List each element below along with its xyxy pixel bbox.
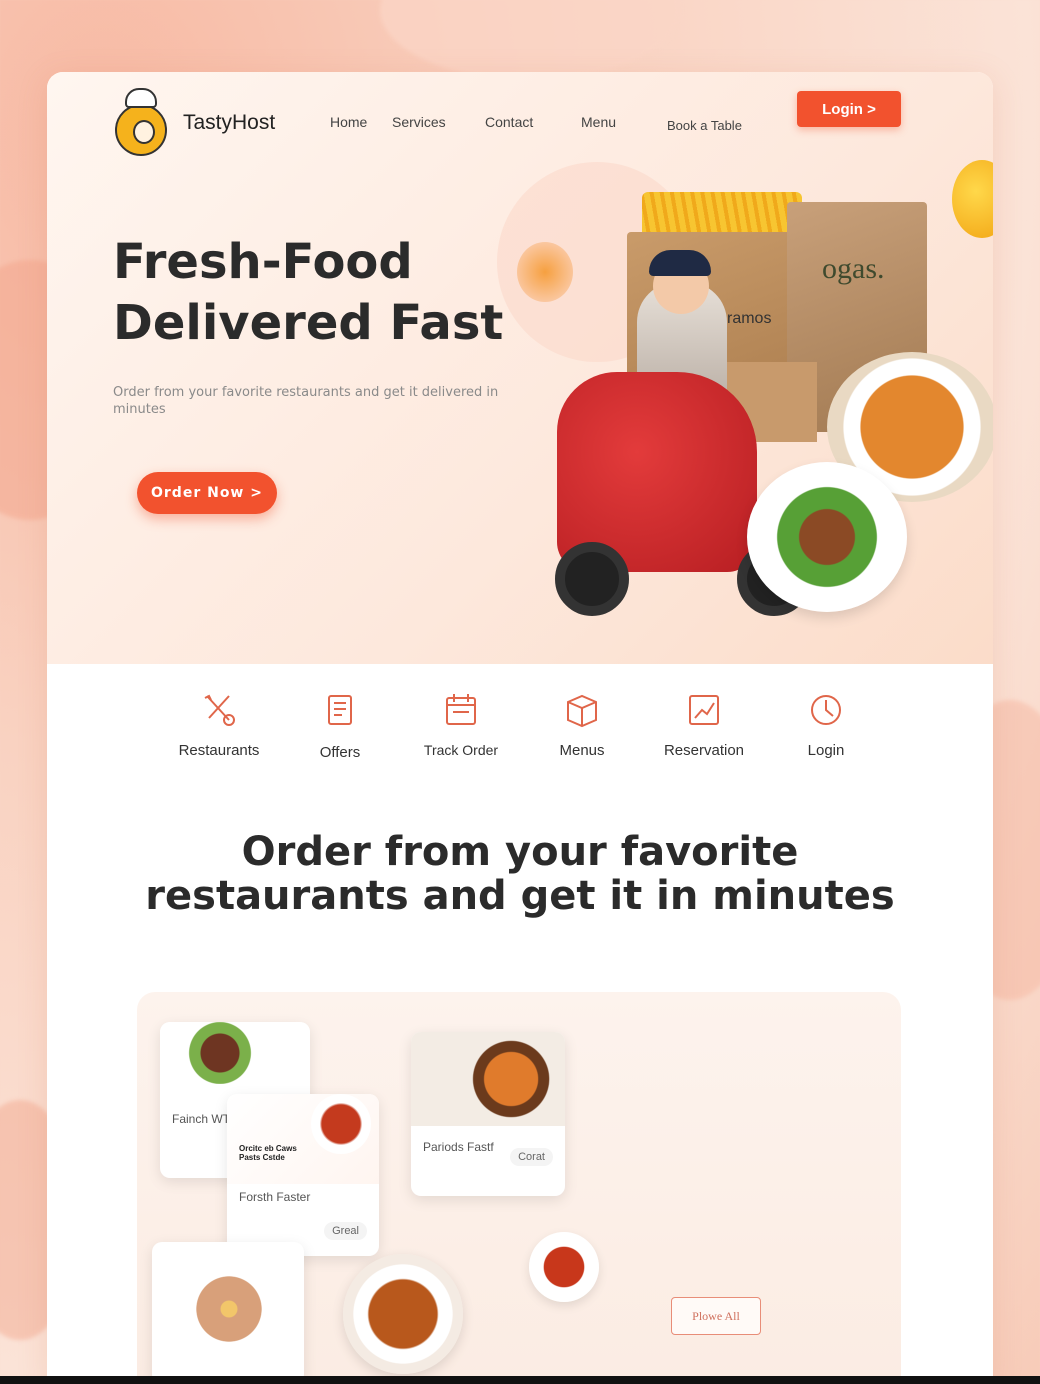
nav-menu[interactable]: Menu bbox=[581, 114, 616, 130]
restaurant-card-tag[interactable]: Greal bbox=[324, 1222, 367, 1240]
sauce-bowl-image bbox=[529, 1232, 599, 1302]
bag-logo-text: ogas. bbox=[822, 252, 885, 285]
hero-title: Fresh-Food Delivered Fast bbox=[113, 232, 533, 354]
section-title-line2: restaurants and get it in minutes bbox=[145, 873, 895, 919]
hero-title-line1: Fresh-Food bbox=[113, 234, 413, 290]
category-restaurants[interactable]: Restaurants bbox=[159, 690, 279, 759]
category-label: Track Order bbox=[423, 742, 499, 758]
calendar-icon bbox=[446, 694, 476, 725]
category-bar: Restaurants Offers Track Order Menus Res… bbox=[157, 690, 887, 770]
nav-contact[interactable]: Contact bbox=[485, 114, 533, 130]
hero-subtitle: Order from your favorite restaurants and… bbox=[113, 385, 499, 417]
restaurant-card[interactable]: Orcitc eb Caws Pasts Cstde Forsth Faster… bbox=[227, 1094, 379, 1256]
order-now-button[interactable]: Order Now > bbox=[137, 472, 277, 514]
category-reservation[interactable]: Reservation bbox=[644, 690, 764, 759]
salad-card[interactable] bbox=[152, 1242, 304, 1384]
pasta-plate-image bbox=[343, 1254, 463, 1374]
box-icon bbox=[567, 694, 597, 728]
category-label: Offers bbox=[319, 744, 361, 761]
category-label: Restaurants bbox=[178, 742, 260, 759]
category-label: Menus bbox=[559, 742, 605, 759]
bag-text: ramos bbox=[727, 310, 772, 327]
brand-name: TastyHost bbox=[183, 111, 276, 134]
brand-logo[interactable]: TastyHost bbox=[113, 88, 275, 158]
category-offers[interactable]: Offers bbox=[280, 690, 400, 761]
nav-services[interactable]: Services bbox=[392, 114, 446, 130]
utensils-icon bbox=[204, 694, 235, 726]
login-button[interactable]: Login > bbox=[797, 91, 901, 127]
category-track-order[interactable]: Track Order bbox=[401, 690, 521, 758]
restaurant-card[interactable]: Pariods Fastf Corat bbox=[411, 1032, 565, 1196]
food-showcase: Fainch WTS Orcitc eb Caws Pasts Cstde Fo… bbox=[137, 992, 901, 1384]
delivery-scooter-illustration: ogas. ramos bbox=[487, 162, 993, 642]
landing-page-card: TastyHost Home Services Contact Menu Boo… bbox=[47, 72, 993, 1384]
hero-section: TastyHost Home Services Contact Menu Boo… bbox=[47, 72, 993, 664]
section-title-line1: Order from your favorite bbox=[241, 829, 799, 875]
category-label: Login bbox=[807, 742, 845, 759]
category-login[interactable]: Login bbox=[766, 690, 886, 759]
document-icon bbox=[328, 695, 352, 725]
hero-title-line2: Delivered Fast bbox=[113, 295, 504, 351]
section-title: Order from your favorite restaurants and… bbox=[47, 830, 993, 918]
view-all-button[interactable]: Plowe All bbox=[671, 1297, 761, 1335]
category-menus[interactable]: Menus bbox=[522, 690, 642, 759]
restaurant-card-title: Forsth Faster bbox=[239, 1190, 311, 1204]
meal-plate-image bbox=[747, 462, 907, 612]
bottom-edge bbox=[0, 1376, 1040, 1384]
restaurant-card-tag[interactable]: Corat bbox=[510, 1148, 553, 1166]
restaurant-card-caption: Orcitc eb Caws Pasts Cstde bbox=[239, 1144, 297, 1162]
chart-icon bbox=[689, 695, 719, 725]
chef-logo-icon bbox=[113, 88, 169, 158]
nav-home[interactable]: Home bbox=[330, 114, 367, 130]
category-label: Reservation bbox=[663, 742, 745, 759]
nav-book-table[interactable]: Book a Table bbox=[667, 118, 742, 133]
clock-icon bbox=[811, 695, 841, 725]
